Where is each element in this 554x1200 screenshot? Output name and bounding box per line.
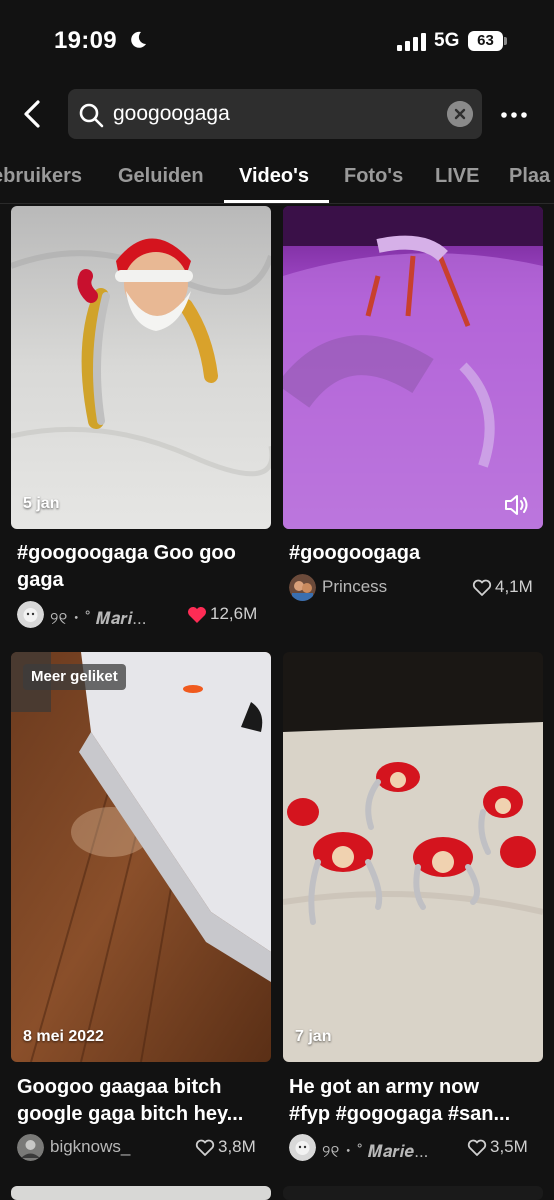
network-label: 5G	[434, 30, 460, 51]
video-caption: Googoo gaagaa bitch google gaga bitch he…	[17, 1076, 244, 1125]
video-thumbnail[interactable]: 7 jan	[283, 652, 543, 1062]
video-meta: ୨୧ ･ ˚ 𝑴𝒂𝒓𝒊𝒆... 3,5M	[289, 1134, 547, 1162]
purple-bed-image	[283, 206, 543, 529]
battery-level: 63	[468, 31, 503, 51]
heart-filled-icon[interactable]	[187, 606, 207, 624]
video-meta: Princess 4,1M	[289, 574, 547, 602]
santa-army-image	[283, 652, 543, 1062]
video-author[interactable]: bigknows_	[50, 1137, 175, 1157]
avatar[interactable]	[17, 601, 44, 628]
video-caption: #googoogaga Goo goo gaga	[17, 542, 236, 591]
avatar[interactable]	[289, 574, 316, 601]
sound-icon[interactable]	[503, 492, 531, 518]
video-date: 8 mei 2022	[23, 1028, 104, 1045]
tab-videos[interactable]: Video's	[239, 165, 309, 188]
like-count: 4,1M	[495, 577, 533, 596]
video-date: 5 jan	[23, 495, 60, 512]
search-icon	[79, 103, 104, 128]
status-time: 19:09	[54, 27, 117, 54]
status-bar: 19:09 5G 63	[0, 0, 554, 84]
video-thumbnail[interactable]: 5 jan	[11, 206, 271, 529]
more-options-icon[interactable]	[500, 101, 528, 129]
search-tabs: ebruikers Geluiden Video's Foto's LIVE P…	[0, 150, 554, 204]
tab-gebruikers[interactable]: ebruikers	[0, 165, 82, 188]
tab-plaatsen[interactable]: Plaa	[509, 165, 550, 188]
video-thumbnail[interactable]	[283, 1186, 543, 1200]
search-query: googoogaga	[113, 102, 230, 125]
more-liked-badge: Meer geliket	[23, 664, 126, 690]
video-author[interactable]: Princess	[322, 577, 452, 597]
tab-geluiden[interactable]: Geluiden	[118, 165, 204, 188]
like-count: 3,5M	[490, 1137, 528, 1156]
back-chevron-icon[interactable]	[18, 96, 48, 132]
avatar[interactable]	[17, 1134, 44, 1161]
video-meta: ୨୧ ･ ˚ 𝑴𝒂𝒓𝒊... 12,6M	[17, 601, 275, 629]
avatar[interactable]	[289, 1134, 316, 1161]
video-meta: bigknows_ 3,8M	[17, 1134, 275, 1162]
signal-icon	[397, 33, 426, 51]
battery-icon: 63	[468, 31, 507, 51]
like-count: 12,6M	[210, 604, 258, 623]
video-caption: He got an army now #fyp #gogogaga #san..…	[289, 1076, 511, 1125]
video-author[interactable]: ୨୧ ･ ˚ 𝑴𝒂𝒓𝒊...	[50, 604, 175, 629]
tab-live[interactable]: LIVE	[435, 165, 479, 188]
video-thumbnail[interactable]: Meer geliket 8 mei 2022	[11, 652, 271, 1062]
video-thumbnail[interactable]	[11, 1186, 271, 1200]
heart-outline-icon[interactable]	[195, 1139, 215, 1157]
tab-fotos[interactable]: Foto's	[344, 165, 403, 188]
video-date: 7 jan	[295, 1028, 332, 1045]
heart-outline-icon[interactable]	[467, 1139, 487, 1157]
wood-floor-image	[11, 652, 271, 1062]
video-thumbnail[interactable]	[283, 206, 543, 529]
clear-search-icon[interactable]	[447, 101, 473, 127]
heart-outline-icon[interactable]	[472, 579, 492, 597]
search-input[interactable]: googoogaga	[68, 89, 482, 139]
like-count: 3,8M	[218, 1137, 256, 1156]
moon-icon	[131, 31, 146, 48]
video-caption: #googoogaga	[289, 542, 421, 564]
video-author[interactable]: ୨୧ ･ ˚ 𝑴𝒂𝒓𝒊𝒆...	[322, 1137, 462, 1162]
santa-figure-image	[11, 206, 271, 529]
